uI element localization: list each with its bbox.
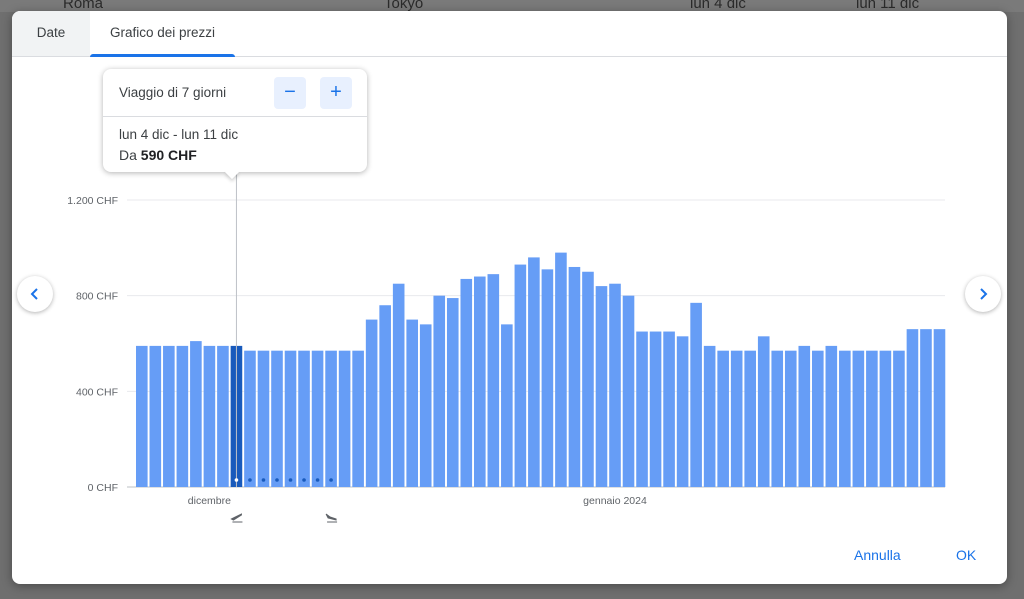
price-bar xyxy=(893,350,905,487)
price-bar xyxy=(433,295,446,487)
price-bar xyxy=(609,283,621,487)
price-bar xyxy=(474,276,486,487)
price-bar xyxy=(501,324,513,487)
price-prefix: Da xyxy=(119,147,141,163)
flight-land-icon xyxy=(325,513,338,523)
price-bar xyxy=(906,329,919,487)
y-tick-label: 400 CHF xyxy=(76,386,118,398)
y-tick-label: 1.200 CHF xyxy=(67,195,118,207)
price-bar xyxy=(825,345,838,487)
price-bar xyxy=(555,252,567,487)
price-bar xyxy=(649,331,662,487)
chevron-right-icon xyxy=(980,288,988,300)
price-bar xyxy=(419,324,432,487)
price-graph-dialog: Date Grafico dei prezzi 0 CHF 400 CHF 800 … xyxy=(12,11,1007,584)
price-bar xyxy=(271,350,283,487)
price-bar xyxy=(879,350,892,487)
price-bar xyxy=(717,350,729,487)
price-bar xyxy=(257,350,270,487)
price-bar xyxy=(149,345,162,487)
price-bar xyxy=(784,350,797,487)
price-bar xyxy=(311,350,324,487)
trip-day-dot xyxy=(248,478,252,482)
price-bar xyxy=(176,345,189,487)
trip-price: Da 590 CHF xyxy=(119,147,197,163)
decrease-trip-button[interactable]: − xyxy=(274,77,306,109)
price-bar xyxy=(582,271,594,487)
trip-day-dot xyxy=(329,478,333,482)
price-bar xyxy=(298,350,310,487)
price-bar xyxy=(541,269,554,487)
price-bar xyxy=(338,350,351,487)
price-bar xyxy=(528,257,540,487)
trip-day-dot xyxy=(315,478,320,482)
price-bar xyxy=(136,345,148,487)
trip-tooltip: Viaggio di 7 giorni − + lun 4 dic - lun … xyxy=(103,69,367,180)
trip-day-dot xyxy=(302,478,306,482)
chevron-left-icon xyxy=(30,288,38,300)
price-bar xyxy=(676,336,689,487)
price-bar xyxy=(284,350,297,487)
price-bar xyxy=(757,336,770,487)
price-bar xyxy=(852,350,865,487)
x-tick-label: gennaio 2024 xyxy=(583,495,647,507)
price-bar xyxy=(203,345,216,487)
increase-trip-button[interactable]: + xyxy=(320,77,352,109)
price-bar xyxy=(933,329,946,487)
price-bar xyxy=(798,345,811,487)
cancel-button[interactable]: Annulla xyxy=(854,547,901,563)
y-tick-label: 800 CHF xyxy=(76,291,118,303)
price-bar xyxy=(446,298,459,487)
price-bar xyxy=(217,345,229,487)
price-bar xyxy=(595,286,608,487)
price-bar xyxy=(568,266,581,487)
price-bar xyxy=(352,350,364,487)
price-bar xyxy=(487,274,500,487)
x-tick-label: dicembre xyxy=(188,495,231,507)
price-bar xyxy=(514,264,527,487)
price-bar xyxy=(244,350,256,487)
trip-day-dot xyxy=(275,478,279,482)
price-bar xyxy=(812,350,824,487)
y-tick-label: 0 CHF xyxy=(88,482,118,494)
trip-day-dot xyxy=(261,478,266,482)
price-bar xyxy=(379,305,391,487)
price-bar xyxy=(703,345,716,487)
next-button[interactable] xyxy=(965,276,1001,312)
trip-length-label: Viaggio di 7 giorni xyxy=(119,85,227,100)
price-bar xyxy=(392,283,405,487)
price-bar xyxy=(406,319,418,487)
price-bar xyxy=(622,295,635,487)
trip-day-dot xyxy=(288,478,293,482)
price-bar xyxy=(771,350,784,487)
trip-day-dot xyxy=(234,478,239,482)
price-bar xyxy=(730,350,743,487)
price-bar xyxy=(744,350,756,487)
price-value: 590 CHF xyxy=(140,147,197,163)
price-bar xyxy=(866,350,878,487)
price-bar xyxy=(636,331,648,487)
trip-dates: lun 4 dic - lun 11 dic xyxy=(119,127,239,142)
price-bar xyxy=(839,350,851,487)
price-bar xyxy=(163,345,175,487)
ok-button[interactable]: OK xyxy=(956,547,976,563)
price-bar xyxy=(190,341,202,487)
price-bar xyxy=(920,329,932,487)
flight-takeoff-icon xyxy=(230,513,243,523)
price-bar xyxy=(690,302,702,487)
previous-button[interactable] xyxy=(17,276,53,312)
price-bar xyxy=(460,278,473,487)
price-bar xyxy=(325,350,337,487)
price-bar xyxy=(365,319,378,487)
price-bar xyxy=(663,331,675,487)
